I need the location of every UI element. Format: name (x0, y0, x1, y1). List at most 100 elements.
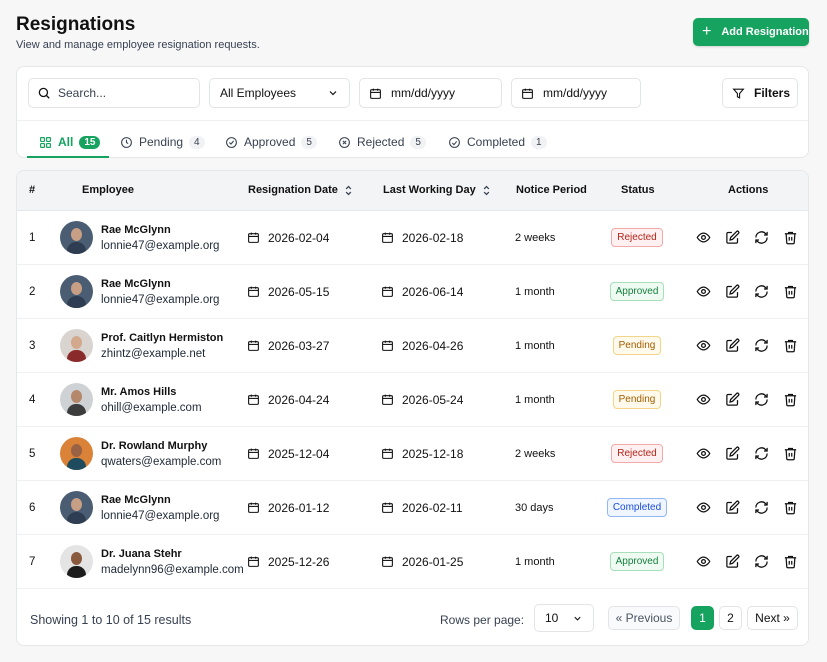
edit-icon[interactable] (724, 500, 740, 516)
employee-email: lonnie47@example.org (101, 509, 220, 522)
last-day-cell: 2025-12-18 (381, 427, 463, 480)
calendar-icon (382, 232, 393, 243)
employee-name: Prof. Caitlyn Hermiston (101, 331, 224, 344)
delete-icon[interactable] (782, 500, 798, 516)
view-icon[interactable] (695, 500, 711, 516)
edit-icon[interactable] (724, 554, 740, 570)
status-badge: Pending (612, 336, 662, 355)
refresh-icon[interactable] (753, 500, 769, 516)
notice-period: 30 days (515, 501, 554, 514)
tab-pending-count: 4 (189, 135, 205, 149)
employee-select[interactable]: All Employees (209, 78, 350, 108)
row-actions (695, 535, 808, 588)
employee-cell: Prof. Caitlyn Hermiston zhintz@example.ne… (60, 319, 223, 372)
row-actions (695, 319, 808, 372)
filters-button[interactable]: Filters (722, 78, 798, 108)
view-icon[interactable] (695, 392, 711, 408)
row-number: 3 (29, 339, 36, 352)
delete-icon[interactable] (782, 392, 798, 408)
status-badge: Completed (606, 498, 668, 517)
last-working-day: 2026-02-18 (402, 230, 464, 245)
view-icon[interactable] (695, 446, 711, 462)
tab-all[interactable]: All 15 (39, 131, 101, 153)
page-2-button[interactable]: 2 (719, 606, 742, 630)
resignation-date: 2026-01-12 (268, 500, 330, 515)
table-row: 2 Rae McGlynn lonnie47@example.org 2026-05-… (17, 265, 808, 319)
tab-rejected[interactable]: Rejected 5 (338, 131, 426, 153)
delete-icon[interactable] (782, 284, 798, 300)
avatar (60, 437, 93, 470)
clock-icon (121, 136, 132, 148)
resignation-date: 2025-12-26 (268, 554, 330, 569)
add-resignation-button[interactable]: + Add Resignation (693, 18, 809, 46)
tab-approved[interactable]: Approved 5 (225, 131, 317, 153)
page-1-button[interactable]: 1 (691, 606, 714, 630)
delete-icon[interactable] (782, 446, 798, 462)
page-subtitle: View and manage employee resignation req… (16, 39, 260, 51)
avatar (60, 221, 93, 254)
status-cell: Rejected (599, 211, 675, 264)
avatar (60, 545, 93, 578)
view-icon[interactable] (695, 554, 711, 570)
refresh-icon[interactable] (753, 230, 769, 246)
notice-period: 2 weeks (515, 231, 556, 244)
edit-icon[interactable] (724, 230, 740, 246)
edit-icon[interactable] (724, 284, 740, 300)
date-to-field[interactable]: mm/dd/yyyy (511, 78, 641, 108)
refresh-icon[interactable] (753, 392, 769, 408)
search-box[interactable] (28, 78, 200, 108)
status-badge: Approved (609, 282, 665, 301)
view-icon[interactable] (695, 284, 711, 300)
refresh-icon[interactable] (753, 554, 769, 570)
search-input[interactable] (58, 86, 188, 100)
filter-card: All Employees mm/dd/yyyy mm/dd/yyyy Filt… (16, 66, 809, 158)
rows-per-page-value: 10 (545, 611, 559, 625)
refresh-icon[interactable] (753, 446, 769, 462)
row-actions (695, 373, 808, 426)
view-icon[interactable] (695, 338, 711, 354)
next-page-button[interactable]: Next » (747, 606, 798, 630)
edit-icon[interactable] (724, 392, 740, 408)
row-actions (695, 481, 808, 534)
employee-name: Rae McGlynn (101, 277, 171, 290)
col-resignation-date-label: Resignation Date (248, 184, 338, 196)
notice-period: 1 month (515, 339, 555, 352)
tab-completed-count: 1 (531, 135, 547, 149)
edit-icon[interactable] (724, 338, 740, 354)
col-notice-period: Notice Period (516, 184, 587, 196)
employee-cell: Rae McGlynn lonnie47@example.org (60, 265, 219, 318)
table-row: 5 Dr. Rowland Murphy qwaters@example.com 20… (17, 427, 808, 481)
rows-per-page-select[interactable]: 10 (534, 604, 594, 632)
row-actions (695, 265, 808, 318)
tab-rejected-count: 5 (410, 135, 426, 149)
date-from-field[interactable]: mm/dd/yyyy (359, 78, 502, 108)
status-cell: Completed (599, 481, 675, 534)
delete-icon[interactable] (782, 230, 798, 246)
refresh-icon[interactable] (753, 284, 769, 300)
view-icon[interactable] (695, 230, 711, 246)
calendar-icon (248, 232, 259, 243)
resignation-date-cell: 2026-01-12 (247, 481, 329, 534)
x-circle-icon (339, 136, 350, 148)
tab-pending[interactable]: Pending 4 (120, 131, 205, 153)
refresh-icon[interactable] (753, 338, 769, 354)
notice-period: 1 month (515, 555, 555, 568)
col-last-working-day[interactable]: Last Working Day (383, 184, 491, 196)
tab-approved-count: 5 (301, 135, 317, 149)
delete-icon[interactable] (782, 554, 798, 570)
tabs-divider (17, 120, 808, 121)
avatar (60, 491, 93, 524)
calendar-icon (382, 340, 393, 351)
employee-email: zhintz@example.net (101, 347, 206, 360)
resignation-date: 2026-05-15 (268, 284, 330, 299)
edit-icon[interactable] (724, 446, 740, 462)
col-resignation-date[interactable]: Resignation Date (248, 184, 353, 196)
previous-page-button[interactable]: « Previous (608, 606, 680, 630)
tab-completed[interactable]: Completed 1 (448, 131, 547, 153)
last-day-cell: 2026-02-11 (381, 481, 463, 534)
status-cell: Approved (599, 265, 675, 318)
delete-icon[interactable] (782, 338, 798, 354)
page-title: Resignations (16, 14, 136, 35)
plus-icon: + (702, 23, 712, 40)
active-tab-underline (27, 156, 109, 158)
